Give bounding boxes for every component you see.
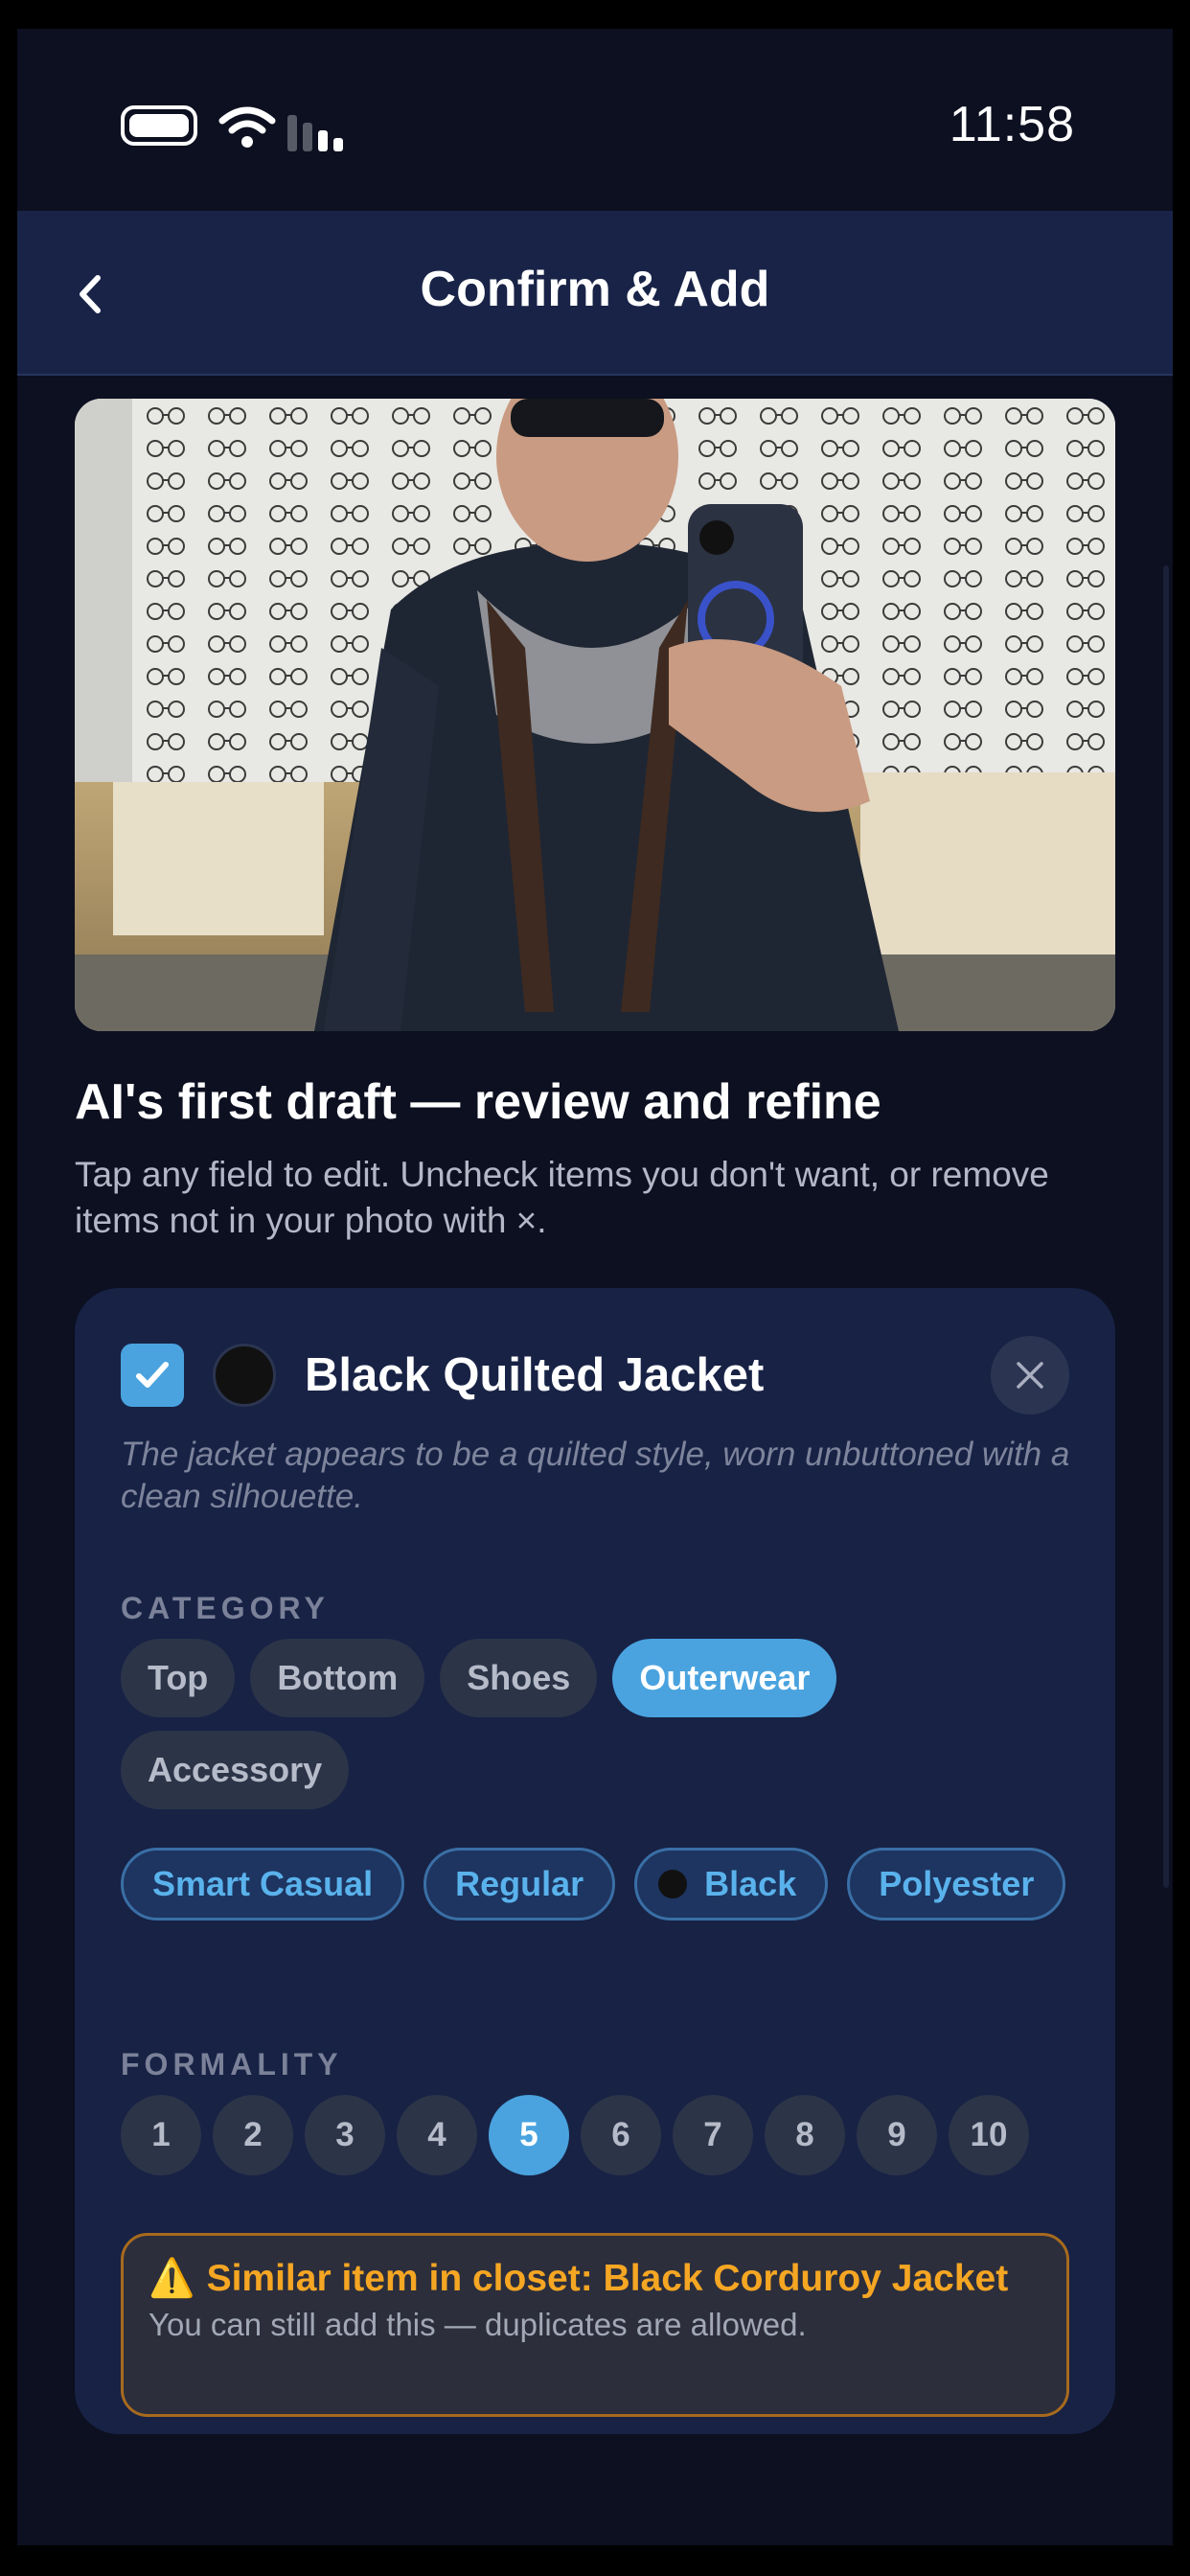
formality-selector: 1 2 3 4 5 6 7 8 9 10	[121, 2095, 1029, 2175]
tag-fit[interactable]: Regular	[423, 1848, 616, 1920]
formality-option[interactable]: 8	[765, 2095, 845, 2175]
category-chip-shoes[interactable]: Shoes	[440, 1639, 598, 1717]
tag-style[interactable]: Smart Casual	[121, 1848, 405, 1920]
tag-color-label: Black	[704, 1864, 797, 1903]
category-chip-bottom[interactable]: Bottom	[250, 1639, 425, 1717]
warning-note: You can still add this — duplicates are …	[149, 2307, 807, 2342]
warning-title: ⚠️ Similar item in closet: Black Corduroy…	[149, 2257, 1041, 2301]
device-frame: 11:58 Confirm & Add AI's first draft — r…	[0, 0, 1190, 2576]
formality-option[interactable]: 10	[949, 2095, 1029, 2175]
tag-color[interactable]: Black	[634, 1848, 829, 1920]
warning-icon: ⚠️	[149, 2258, 195, 2299]
formality-option[interactable]: 1	[121, 2095, 201, 2175]
close-icon	[1017, 1362, 1043, 1389]
checkmark-icon	[136, 1362, 169, 1388]
warning-match: Black Corduroy Jacket	[603, 2258, 1009, 2299]
category-chips: Top Bottom Shoes Outerwear Accessory	[121, 1639, 1069, 1809]
category-label: CATEGORY	[121, 1591, 330, 1625]
item-color-swatch[interactable]	[213, 1344, 276, 1407]
tag-material[interactable]: Polyester	[847, 1848, 1066, 1920]
item-description[interactable]: The jacket appears to be a quilted style…	[121, 1434, 1079, 1518]
draft-subtitle: Tap any field to edit. Uncheck items you…	[75, 1155, 1049, 1240]
photo-illustration	[75, 399, 1115, 1031]
page-title: Confirm & Add	[420, 262, 770, 317]
formality-option[interactable]: 2	[213, 2095, 293, 2175]
item-name[interactable]: Black Quilted Jacket	[305, 1346, 764, 1405]
color-swatch	[658, 1870, 688, 1898]
formality-label: FORMALITY	[121, 2047, 343, 2082]
status-bar: 11:58	[17, 29, 1173, 211]
formality-option[interactable]: 6	[581, 2095, 661, 2175]
category-chip-accessory[interactable]: Accessory	[121, 1731, 350, 1809]
formality-option[interactable]: 9	[857, 2095, 937, 2175]
signal-icon	[287, 107, 349, 151]
formality-option-selected[interactable]: 5	[489, 2095, 569, 2175]
formality-option[interactable]: 7	[673, 2095, 753, 2175]
formality-option[interactable]: 3	[305, 2095, 385, 2175]
wifi-icon	[218, 106, 276, 148]
duplicate-warning: ⚠️ Similar item in closet: Black Corduroy…	[121, 2233, 1069, 2417]
category-chip-outerwear[interactable]: Outerwear	[612, 1639, 837, 1717]
warning-prefix: Similar item in closet:	[206, 2258, 604, 2299]
nav-bar: Confirm & Add	[17, 211, 1173, 376]
outfit-photo[interactable]	[75, 399, 1115, 1031]
formality-option[interactable]: 4	[397, 2095, 477, 2175]
status-time: 11:58	[949, 97, 1075, 152]
attribute-tags: Smart Casual Regular Black Polyester	[121, 1848, 1069, 1920]
remove-item-button[interactable]	[991, 1336, 1069, 1414]
item-card: Black Quilted Jacket The jacket appears …	[75, 1288, 1115, 2434]
include-item-checkbox[interactable]	[121, 1344, 184, 1407]
battery-icon	[121, 105, 197, 146]
screen: 11:58 Confirm & Add AI's first draft — r…	[17, 29, 1173, 2545]
draft-heading: AI's first draft — review and refine	[75, 1074, 881, 1130]
category-chip-top[interactable]: Top	[121, 1639, 236, 1717]
scrollbar[interactable]	[1163, 565, 1169, 1888]
